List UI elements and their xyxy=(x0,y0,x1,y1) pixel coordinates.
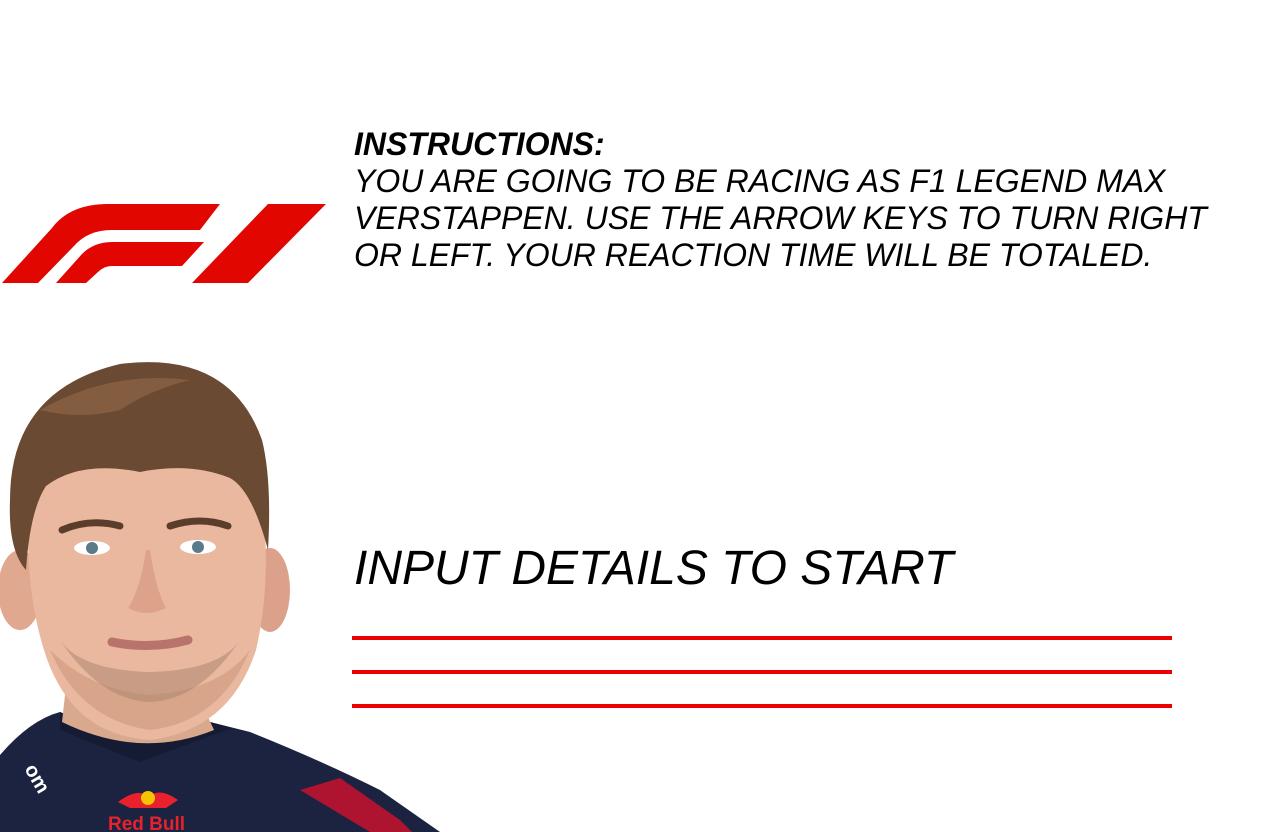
detail-input-2[interactable] xyxy=(352,666,1172,674)
f1-logo-icon xyxy=(2,204,326,283)
detail-input-3[interactable] xyxy=(352,700,1172,708)
instructions-heading: INSTRUCTIONS: xyxy=(354,126,605,162)
suit-logo-text: Red Bull xyxy=(108,814,185,832)
start-heading: INPUT DETAILS TO START xyxy=(354,542,954,595)
instructions-text: YOU ARE GOING TO BE RACING AS F1 LEGEND … xyxy=(354,163,1207,273)
instructions-panel: INSTRUCTIONS: YOU ARE GOING TO BE RACING… xyxy=(354,126,1254,274)
landing-page: Red Bull om INSTRUCTIONS: YOU ARE GOING … xyxy=(0,0,1280,832)
detail-input-1[interactable] xyxy=(352,632,1172,640)
